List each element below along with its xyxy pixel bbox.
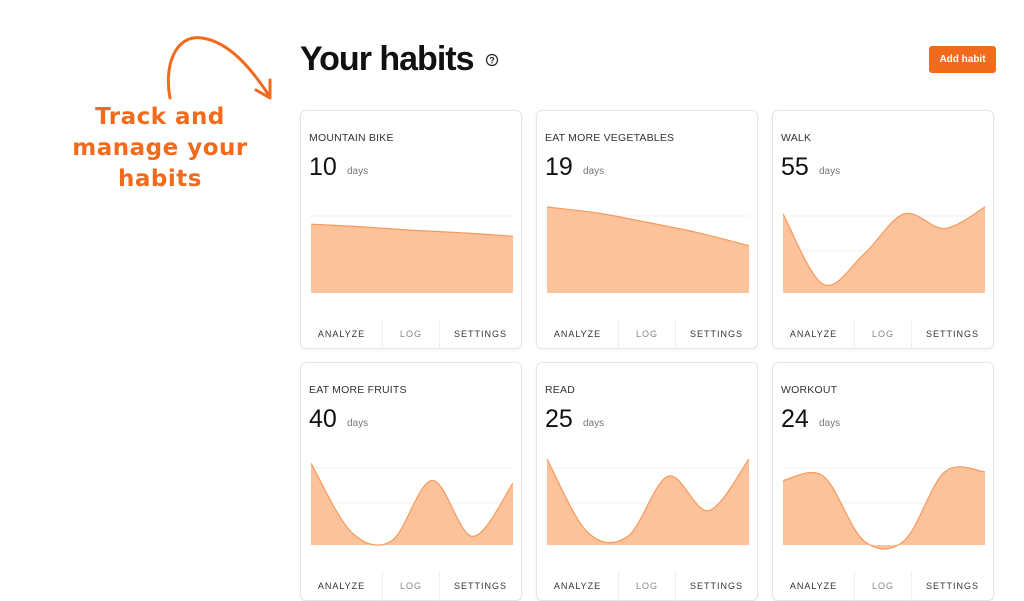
habit-actions: ANALYZE LOG SETTINGS	[301, 319, 521, 349]
promo-line: Track and	[95, 104, 225, 130]
settings-button[interactable]: SETTINGS	[912, 571, 993, 601]
promo-caption: Track and manage your habits	[60, 102, 260, 195]
trend-area	[783, 466, 985, 550]
habit-count-unit: days	[819, 166, 841, 177]
log-button[interactable]: LOG	[618, 571, 676, 601]
habit-name: EAT MORE FRUITS	[309, 384, 407, 396]
habit-card: READ 25 days ANALYZE LOG SETTINGS	[536, 362, 758, 601]
habit-card: MOUNTAIN BIKE 10 days ANALYZE LOG SETTIN…	[300, 110, 522, 349]
habit-name: MOUNTAIN BIKE	[309, 132, 394, 144]
promo-line: habits	[118, 166, 202, 192]
habit-count-unit: days	[583, 418, 605, 429]
page-title: Your habits	[300, 40, 474, 78]
habit-card: EAT MORE VEGETABLES 19 days ANALYZE LOG …	[536, 110, 758, 349]
trend-area	[783, 207, 985, 293]
habit-actions: ANALYZE LOG SETTINGS	[301, 571, 521, 601]
habit-trend-chart	[311, 462, 513, 546]
settings-button[interactable]: SETTINGS	[676, 571, 757, 601]
analyze-button[interactable]: ANALYZE	[301, 319, 382, 349]
trend-area	[547, 459, 749, 545]
habit-count: 10	[309, 153, 337, 181]
settings-button[interactable]: SETTINGS	[676, 319, 757, 349]
habit-actions: ANALYZE LOG SETTINGS	[537, 571, 757, 601]
habit-actions: ANALYZE LOG SETTINGS	[537, 319, 757, 349]
habit-card: WALK 55 days ANALYZE LOG SETTINGS	[772, 110, 994, 349]
habit-trend-chart	[783, 206, 985, 293]
settings-button[interactable]: SETTINGS	[912, 319, 993, 349]
habit-count: 55	[781, 153, 809, 181]
analyze-button[interactable]: ANALYZE	[773, 571, 854, 601]
habit-card: WORKOUT 24 days ANALYZE LOG SETTINGS	[772, 362, 994, 601]
habit-count: 24	[781, 405, 809, 433]
promo-line: manage your	[72, 135, 248, 161]
habit-trend-chart	[547, 458, 749, 545]
habit-card: EAT MORE FRUITS 40 days ANALYZE LOG SETT…	[300, 362, 522, 601]
log-button[interactable]: LOG	[854, 571, 912, 601]
habit-name: EAT MORE VEGETABLES	[545, 132, 675, 144]
help-circle-icon[interactable]	[485, 53, 499, 67]
habit-name: WALK	[781, 132, 812, 144]
analyze-button[interactable]: ANALYZE	[773, 319, 854, 349]
habit-count-unit: days	[347, 418, 369, 429]
habit-name: WORKOUT	[781, 384, 838, 396]
log-button[interactable]: LOG	[382, 319, 440, 349]
habit-trend-chart	[783, 466, 985, 550]
habit-count-unit: days	[819, 418, 841, 429]
curved-arrow-icon	[166, 36, 272, 100]
trend-area	[547, 207, 749, 293]
trend-area	[311, 463, 513, 546]
settings-button[interactable]: SETTINGS	[440, 319, 521, 349]
habit-actions: ANALYZE LOG SETTINGS	[773, 319, 993, 349]
habit-count: 40	[309, 405, 337, 433]
analyze-button[interactable]: ANALYZE	[537, 571, 618, 601]
log-button[interactable]: LOG	[382, 571, 440, 601]
habit-count-unit: days	[347, 166, 369, 177]
habit-count: 19	[545, 153, 573, 181]
log-button[interactable]: LOG	[618, 319, 676, 349]
settings-button[interactable]: SETTINGS	[440, 571, 521, 601]
habit-actions: ANALYZE LOG SETTINGS	[773, 571, 993, 601]
habit-trend-chart	[311, 215, 513, 293]
habit-count: 25	[545, 405, 573, 433]
analyze-button[interactable]: ANALYZE	[301, 571, 382, 601]
habit-name: READ	[545, 384, 575, 396]
analyze-button[interactable]: ANALYZE	[537, 319, 618, 349]
habit-count-unit: days	[583, 166, 605, 177]
habit-trend-chart	[547, 206, 749, 293]
log-button[interactable]: LOG	[854, 319, 912, 349]
add-habit-button[interactable]: Add habit	[929, 46, 996, 73]
